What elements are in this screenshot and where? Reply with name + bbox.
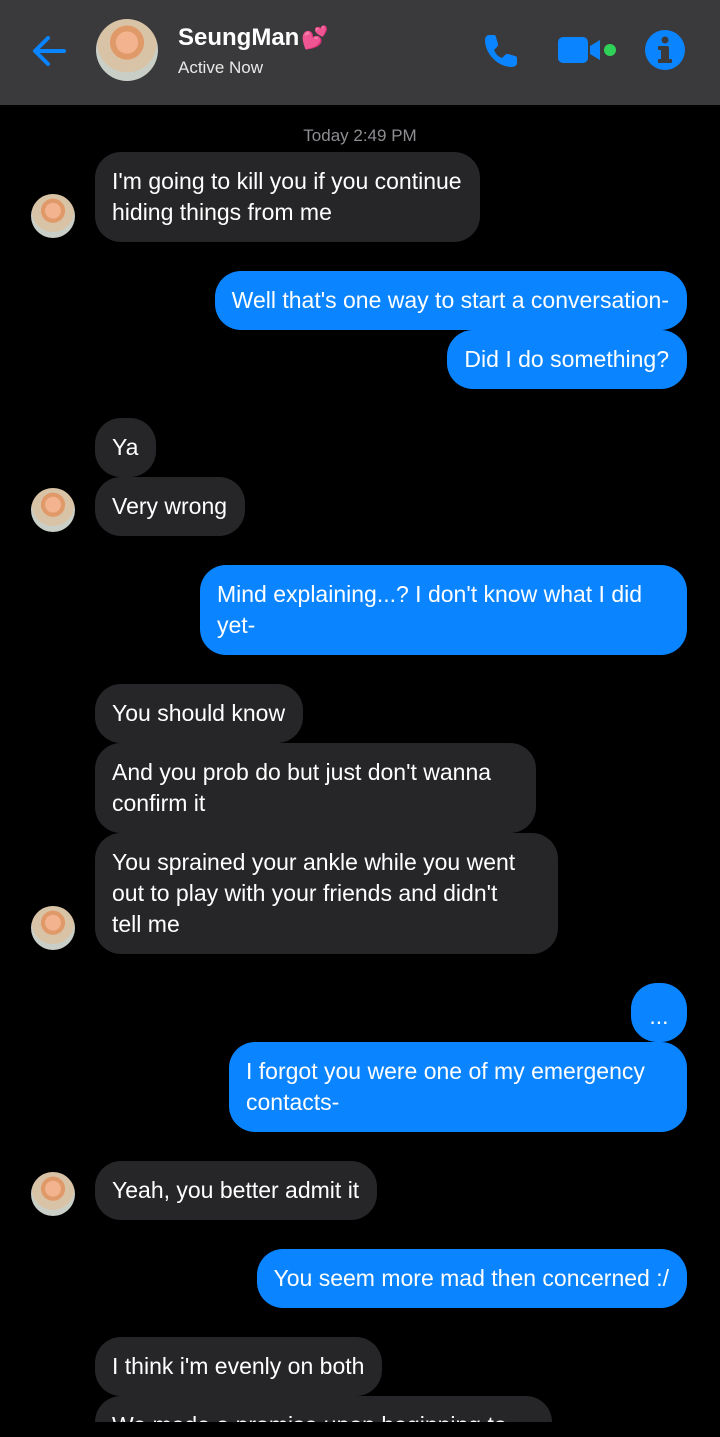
info-icon[interactable]: [644, 29, 686, 71]
message-bubble-incoming[interactable]: And you prob do but just don't wanna con…: [95, 743, 536, 833]
message-bubble-incoming[interactable]: Ya: [95, 418, 157, 477]
message-bubble-incoming[interactable]: I think i'm evenly on both: [95, 1337, 383, 1396]
message-bubble-incoming[interactable]: You sprained your ankle while you went o…: [95, 833, 558, 954]
message-bubble-outgoing[interactable]: Did I do something?: [447, 330, 687, 389]
video-icon[interactable]: [556, 34, 618, 66]
back-arrow-icon[interactable]: [28, 30, 70, 72]
message-list[interactable]: Today 2:49 PM I'm going to kill you if y…: [0, 0, 720, 1422]
contact-avatar[interactable]: [31, 1172, 75, 1216]
message-bubble-incoming[interactable]: I'm going to kill you if you continue hi…: [95, 152, 480, 242]
conversation-timestamp: Today 2:49 PM: [303, 126, 417, 145]
heart-emoji-icon: 💕: [301, 25, 329, 50]
message-bubble-outgoing[interactable]: I forgot you were one of my emergency co…: [229, 1042, 687, 1132]
contact-avatar[interactable]: [96, 19, 158, 81]
message-bubble-outgoing[interactable]: Well that's one way to start a conversat…: [214, 271, 687, 330]
phone-icon[interactable]: [480, 30, 522, 72]
message-bubble-incoming[interactable]: You should know: [95, 684, 304, 743]
message-bubble-outgoing[interactable]: ...: [631, 983, 687, 1042]
message-bubble-outgoing[interactable]: You seem more mad then concerned :/: [256, 1249, 687, 1308]
active-status: Active Now: [178, 58, 264, 77]
contact-avatar[interactable]: [31, 488, 75, 532]
chat-header: SeungMan💕 Active Now: [0, 0, 720, 105]
contact-avatar[interactable]: [31, 194, 75, 238]
contact-name[interactable]: SeungMan💕: [178, 24, 329, 52]
message-bubble-incoming[interactable]: Yeah, you better admit it: [95, 1161, 378, 1220]
contact-avatar[interactable]: [31, 906, 75, 950]
message-bubble-outgoing[interactable]: Mind explaining...? I don't know what I …: [200, 565, 687, 655]
message-bubble-incoming[interactable]: We made a promise upon beginning to: [95, 1396, 552, 1422]
message-bubble-incoming[interactable]: Very wrong: [95, 477, 246, 536]
